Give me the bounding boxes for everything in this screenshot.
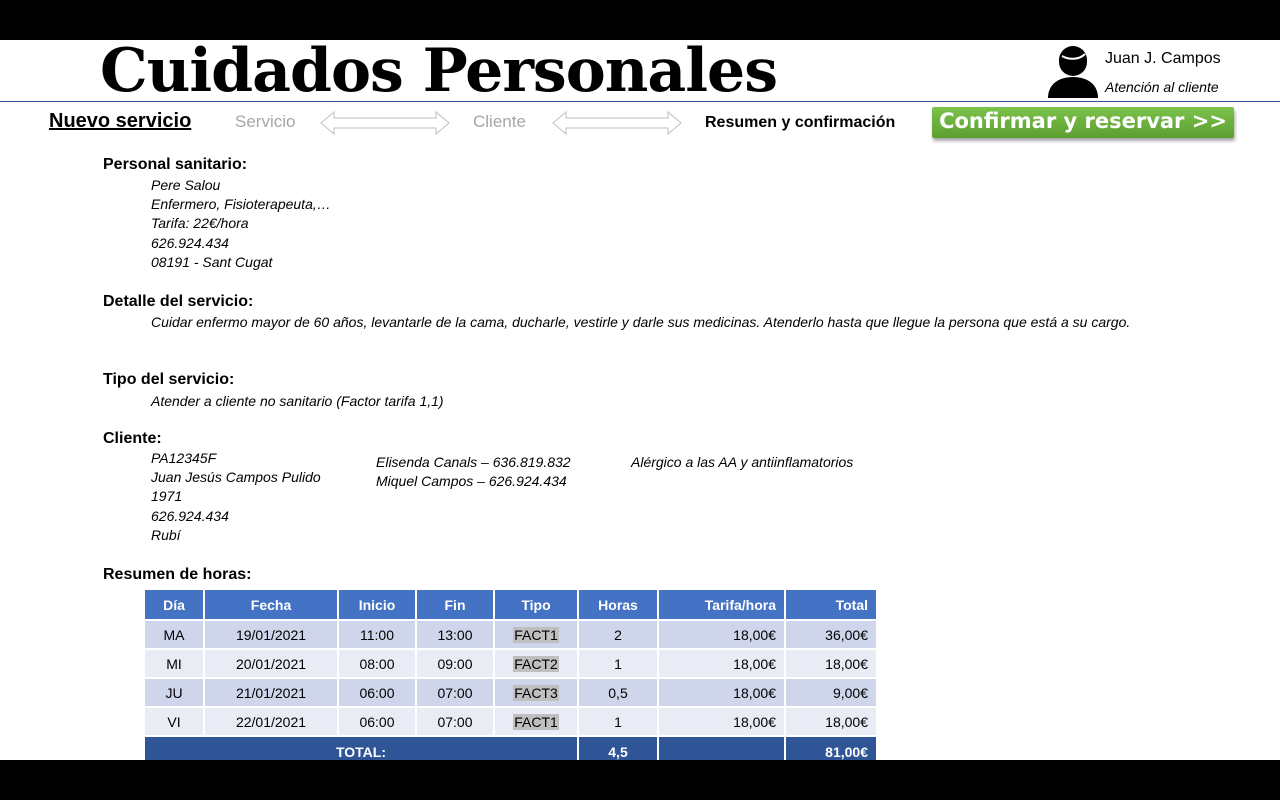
- column-header: Día: [143, 588, 205, 621]
- table-row: MI 20/01/2021 08:00 09:00 FACT2 1 18,00€…: [143, 648, 878, 679]
- table-cell: 18,00€: [784, 706, 878, 737]
- table-cell: 07:00: [415, 706, 495, 737]
- client-details: PA12345F Juan Jesús Campos Pulido 1971 6…: [151, 449, 321, 545]
- table-cell: 9,00€: [784, 677, 878, 708]
- header-divider: [0, 101, 1280, 102]
- table-cell: JU: [143, 677, 205, 708]
- table-cell: 18,00€: [784, 648, 878, 679]
- client-city: Rubí: [151, 526, 181, 543]
- table-cell: 1: [577, 648, 659, 679]
- table-row: JU 21/01/2021 06:00 07:00 FACT3 0,5 18,0…: [143, 677, 878, 708]
- table-cell: MA: [143, 619, 205, 650]
- client-contacts: Elisenda Canals – 636.819.832 Miquel Cam…: [376, 453, 571, 491]
- type-code: FACT3: [513, 684, 559, 701]
- column-header: Fecha: [203, 588, 339, 621]
- staff-name: Pere Salou: [151, 177, 221, 193]
- table-cell: 18,00€: [657, 677, 786, 708]
- column-header: Inicio: [337, 588, 417, 621]
- table-cell: FACT3: [493, 677, 579, 708]
- client-contact: Miquel Campos – 626.924.434: [376, 473, 567, 490]
- table-cell: FACT1: [493, 619, 579, 650]
- total-row: TOTAL: 4,5 81,00€: [143, 735, 878, 760]
- table-cell: FACT2: [493, 648, 579, 679]
- total-hours: 4,5: [577, 735, 659, 760]
- table-row: MA 19/01/2021 11:00 13:00 FACT1 2 18,00€…: [143, 619, 878, 650]
- detail-text: Cuidar enfermo mayor de 60 años, levanta…: [151, 314, 1131, 330]
- client-name: Juan Jesús Campos Pulido: [151, 469, 321, 486]
- service-type-text: Atender a cliente no sanitario (Factor t…: [151, 393, 444, 409]
- table-cell: MI: [143, 648, 205, 679]
- table-cell: 06:00: [337, 706, 417, 737]
- staff-heading: Personal sanitario:: [103, 156, 248, 173]
- table-cell: 18,00€: [657, 706, 786, 737]
- hours-heading: Resumen de horas:: [103, 566, 252, 583]
- table-cell: 1: [577, 706, 659, 737]
- table-cell: VI: [143, 706, 205, 737]
- client-phone: 626.924.434: [151, 507, 229, 524]
- hours-table: Día Fecha Inicio Fin Tipo Horas Tarifa/h…: [143, 588, 878, 760]
- table-header-row: Día Fecha Inicio Fin Tipo Horas Tarifa/h…: [143, 588, 878, 621]
- table-cell: 13:00: [415, 619, 495, 650]
- client-notes: Alérgico a las AA y antiinflamatorios: [631, 454, 854, 470]
- table-cell: 21/01/2021: [203, 677, 339, 708]
- table-cell: 18,00€: [657, 619, 786, 650]
- staff-phone: 626.924.434: [151, 234, 229, 251]
- user-name: Juan J. Campos: [1105, 50, 1221, 67]
- staff-location: 08191 - Sant Cugat: [151, 253, 273, 270]
- type-code: FACT2: [513, 655, 559, 672]
- step-service[interactable]: Servicio: [235, 112, 295, 132]
- step-summary[interactable]: Resumen y confirmación: [705, 114, 895, 132]
- page-title: Cuidados Personales: [100, 40, 778, 106]
- slide-canvas: Cuidados Personales Juan J. Campos Atenc…: [0, 40, 1280, 760]
- step-client[interactable]: Cliente: [473, 112, 526, 132]
- client-year: 1971: [151, 488, 183, 505]
- table-cell: 11:00: [337, 619, 417, 650]
- user-avatar-icon: [1048, 46, 1098, 98]
- double-arrow-icon: [320, 110, 450, 136]
- column-header: Tipo: [493, 588, 579, 621]
- detail-heading: Detalle del servicio:: [103, 293, 254, 310]
- confirm-reserve-button[interactable]: Confirmar y reservar >>: [932, 107, 1234, 138]
- staff-rate: Tarifa: 22€/hora: [151, 215, 249, 232]
- table-cell: 20/01/2021: [203, 648, 339, 679]
- staff-profession: Enfermero, Fisioterapeuta,…: [151, 196, 331, 213]
- table-cell: 07:00: [415, 677, 495, 708]
- user-role: Atención al cliente: [1105, 79, 1219, 95]
- client-id: PA12345F: [151, 450, 217, 466]
- table-cell: 19/01/2021: [203, 619, 339, 650]
- total-spacer: [657, 735, 786, 760]
- double-arrow-icon: [552, 110, 682, 136]
- total-label: TOTAL:: [143, 735, 579, 760]
- table-cell: 09:00: [415, 648, 495, 679]
- client-contact: Elisenda Canals – 636.819.832: [376, 454, 571, 470]
- table-cell: 0,5: [577, 677, 659, 708]
- column-header: Fin: [415, 588, 495, 621]
- column-header: Tarifa/hora: [657, 588, 786, 621]
- table-cell: 22/01/2021: [203, 706, 339, 737]
- staff-details: Pere Salou Enfermero, Fisioterapeuta,… T…: [151, 176, 331, 272]
- type-code: FACT1: [513, 626, 559, 643]
- table-cell: 2: [577, 619, 659, 650]
- type-code: FACT1: [513, 713, 559, 730]
- step-new-service[interactable]: Nuevo servicio: [49, 110, 191, 133]
- table-cell: 06:00: [337, 677, 417, 708]
- total-amount: 81,00€: [784, 735, 878, 760]
- table-cell: 36,00€: [784, 619, 878, 650]
- client-heading: Cliente:: [103, 430, 162, 447]
- table-cell: FACT1: [493, 706, 579, 737]
- column-header: Horas: [577, 588, 659, 621]
- column-header: Total: [784, 588, 878, 621]
- service-type-heading: Tipo del servicio:: [103, 371, 235, 388]
- table-row: VI 22/01/2021 06:00 07:00 FACT1 1 18,00€…: [143, 706, 878, 737]
- table-cell: 18,00€: [657, 648, 786, 679]
- table-cell: 08:00: [337, 648, 417, 679]
